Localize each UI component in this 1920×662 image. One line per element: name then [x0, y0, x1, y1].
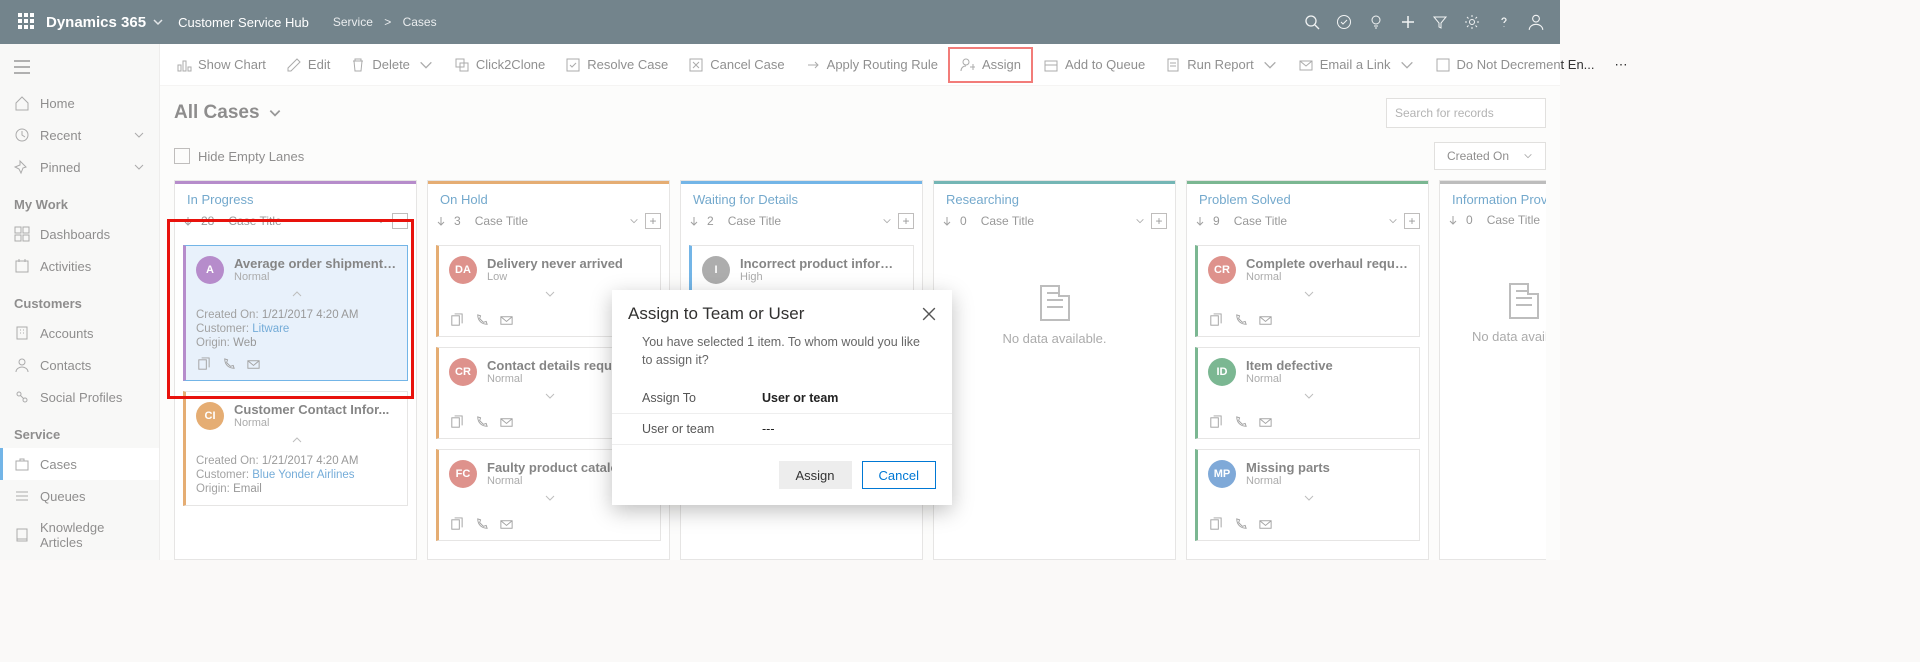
assign-to-row[interactable]: Assign ToUser or team	[612, 383, 952, 414]
field-value: ---	[762, 422, 922, 436]
dialog-title: Assign to Team or User	[628, 304, 804, 324]
highlight-marker	[167, 219, 414, 399]
cancel-button[interactable]: Cancel	[862, 461, 936, 489]
close-icon[interactable]	[922, 307, 936, 321]
field-label: Assign To	[642, 391, 762, 405]
assign-confirm-button[interactable]: Assign	[779, 461, 852, 489]
field-value: User or team	[762, 391, 922, 405]
dialog-description: You have selected 1 item. To whom would …	[612, 330, 952, 383]
overflow-button[interactable]: ⋯	[1605, 44, 1638, 86]
user-or-team-row[interactable]: User or team---	[612, 414, 952, 445]
assign-dialog: Assign to Team or User You have selected…	[612, 290, 952, 505]
field-label: User or team	[642, 422, 762, 436]
